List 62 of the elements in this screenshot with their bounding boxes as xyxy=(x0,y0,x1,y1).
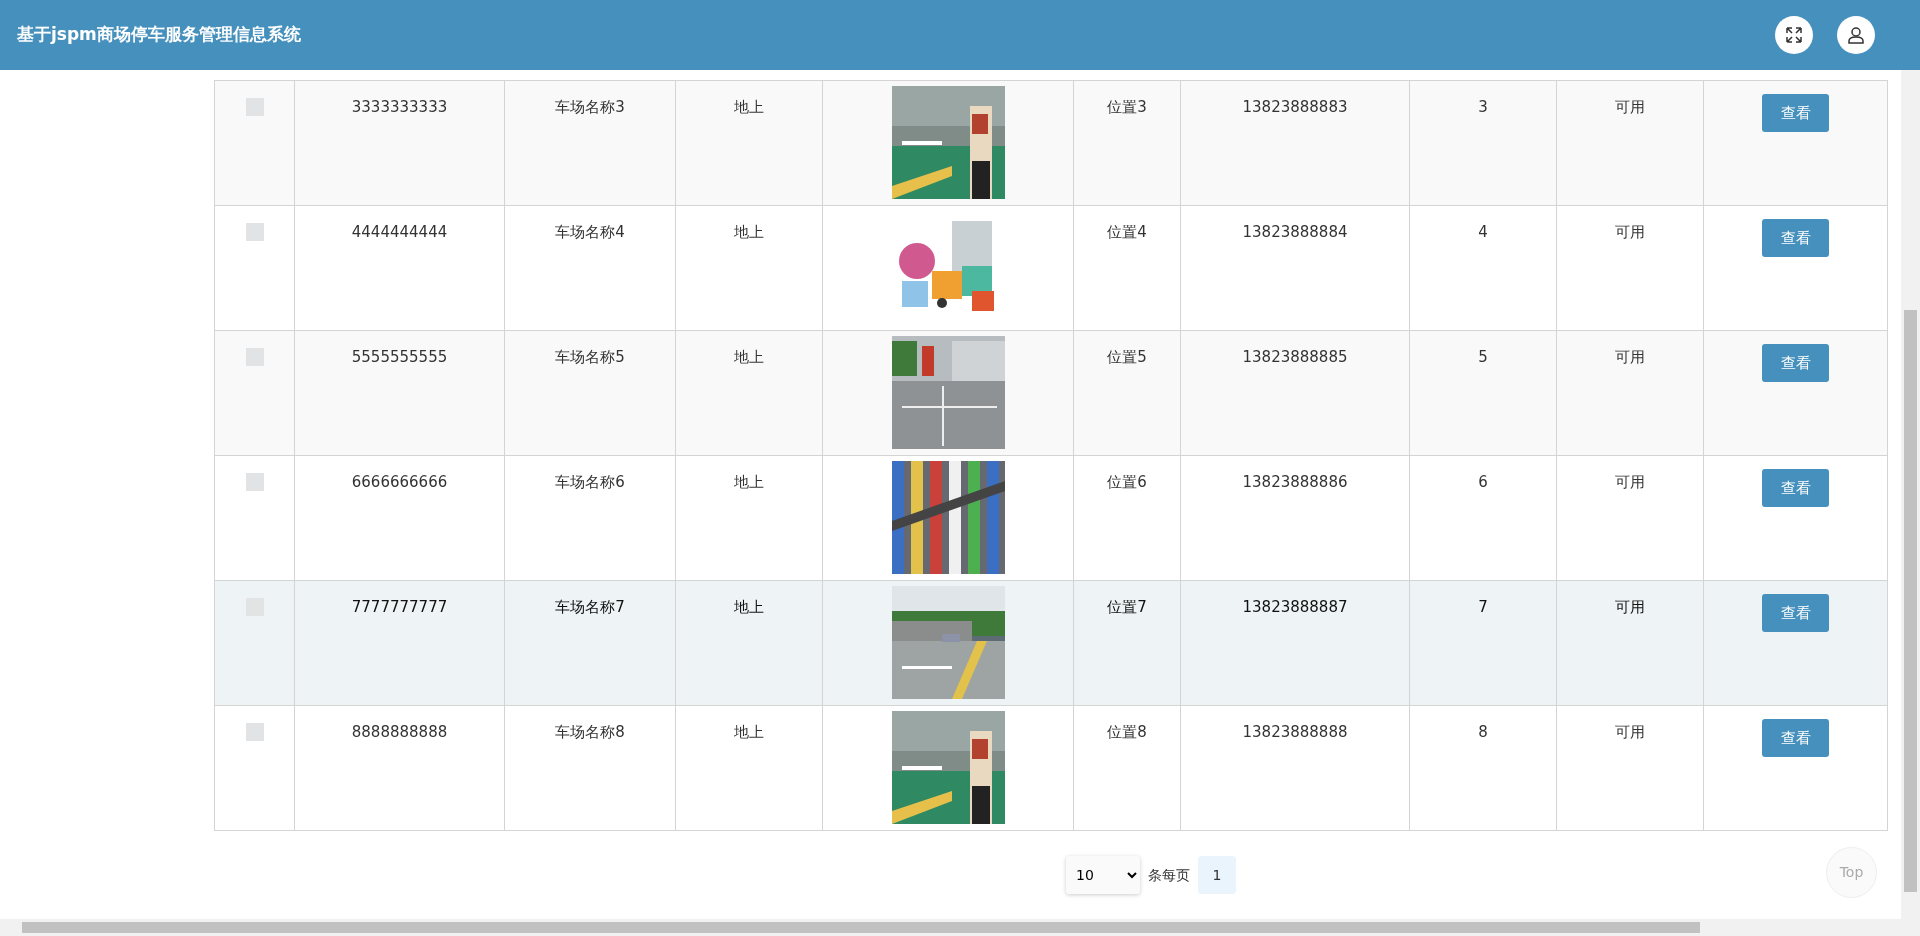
table-cell: 13823888886 xyxy=(1242,473,1348,491)
view-button[interactable]: 查看 xyxy=(1762,469,1829,507)
table-cell: 3 xyxy=(1478,98,1488,116)
table-cell: 4444444444 xyxy=(351,223,448,241)
table-cell: 位置4 xyxy=(1107,223,1147,241)
table-cell: 5 xyxy=(1478,348,1488,366)
table-cell: 4 xyxy=(1478,223,1488,241)
table-cell: 可用 xyxy=(1615,723,1645,741)
table-cell: 13823888883 xyxy=(1242,98,1348,116)
app-title: 基于jspm商场停车服务管理信息系统 xyxy=(17,23,301,47)
table-cell: 13823888888 xyxy=(1242,723,1348,741)
table-cell: 地上 xyxy=(734,223,764,241)
table-cell: 8888888888 xyxy=(351,723,448,741)
table-cell: 位置7 xyxy=(1107,598,1147,616)
table-cell: 地上 xyxy=(734,98,764,116)
vertical-scrollbar[interactable] xyxy=(1901,70,1920,936)
table-cell: 车场名称7 xyxy=(555,598,625,616)
user-icon xyxy=(1847,26,1865,44)
expand-icon xyxy=(1785,26,1803,44)
table-cell: 可用 xyxy=(1615,348,1645,366)
user-button[interactable] xyxy=(1837,16,1875,54)
table-cell: 13823888884 xyxy=(1242,223,1348,241)
back-to-top-button[interactable]: Top xyxy=(1826,847,1877,898)
per-page-label: 条每页 xyxy=(1148,865,1190,885)
table-cell: 地上 xyxy=(734,723,764,741)
view-button[interactable]: 查看 xyxy=(1762,344,1829,382)
table-cell: 车场名称4 xyxy=(555,223,625,241)
view-button[interactable]: 查看 xyxy=(1762,94,1829,132)
row-checkbox[interactable] xyxy=(245,723,264,741)
table-cell: 车场名称5 xyxy=(555,348,625,366)
table-cell: 可用 xyxy=(1615,473,1645,491)
table-cell: 6666666666 xyxy=(351,473,448,491)
table-cell: 地上 xyxy=(734,598,764,616)
table-cell: 车场名称6 xyxy=(555,473,625,491)
fullscreen-button[interactable] xyxy=(1775,16,1813,54)
table-cell: 可用 xyxy=(1615,223,1645,241)
table-cell: 5555555555 xyxy=(351,348,448,366)
page-button[interactable]: 1 xyxy=(1198,856,1236,894)
table-cell: 位置8 xyxy=(1107,723,1147,741)
table-cell: 地上 xyxy=(734,473,764,491)
view-button[interactable]: 查看 xyxy=(1762,219,1829,257)
table-cell: 7777777777 xyxy=(351,598,448,616)
table-cell: 车场名称8 xyxy=(555,723,625,741)
table-cell: 位置3 xyxy=(1107,98,1147,116)
table-cell: 可用 xyxy=(1615,98,1645,116)
table-cell: 3333333333 xyxy=(351,98,448,116)
view-button[interactable]: 查看 xyxy=(1762,594,1829,632)
horizontal-scrollbar[interactable] xyxy=(0,919,1901,936)
page-size-select[interactable]: 10 xyxy=(1066,856,1140,894)
table-cell: 13823888885 xyxy=(1242,348,1348,366)
table-cell: 6 xyxy=(1478,473,1488,491)
row-checkbox[interactable] xyxy=(245,473,264,491)
table-cell: 7 xyxy=(1478,598,1488,616)
table-cell: 位置6 xyxy=(1107,473,1147,491)
table-cell: 地上 xyxy=(734,348,764,366)
table-cell: 可用 xyxy=(1615,598,1645,616)
table-cell: 位置5 xyxy=(1107,348,1147,366)
table-cell: 13823888887 xyxy=(1242,598,1348,616)
view-button[interactable]: 查看 xyxy=(1762,719,1829,757)
table-cell: 车场名称3 xyxy=(555,98,625,116)
row-checkbox[interactable] xyxy=(245,223,264,241)
table-cell: 8 xyxy=(1478,723,1488,741)
